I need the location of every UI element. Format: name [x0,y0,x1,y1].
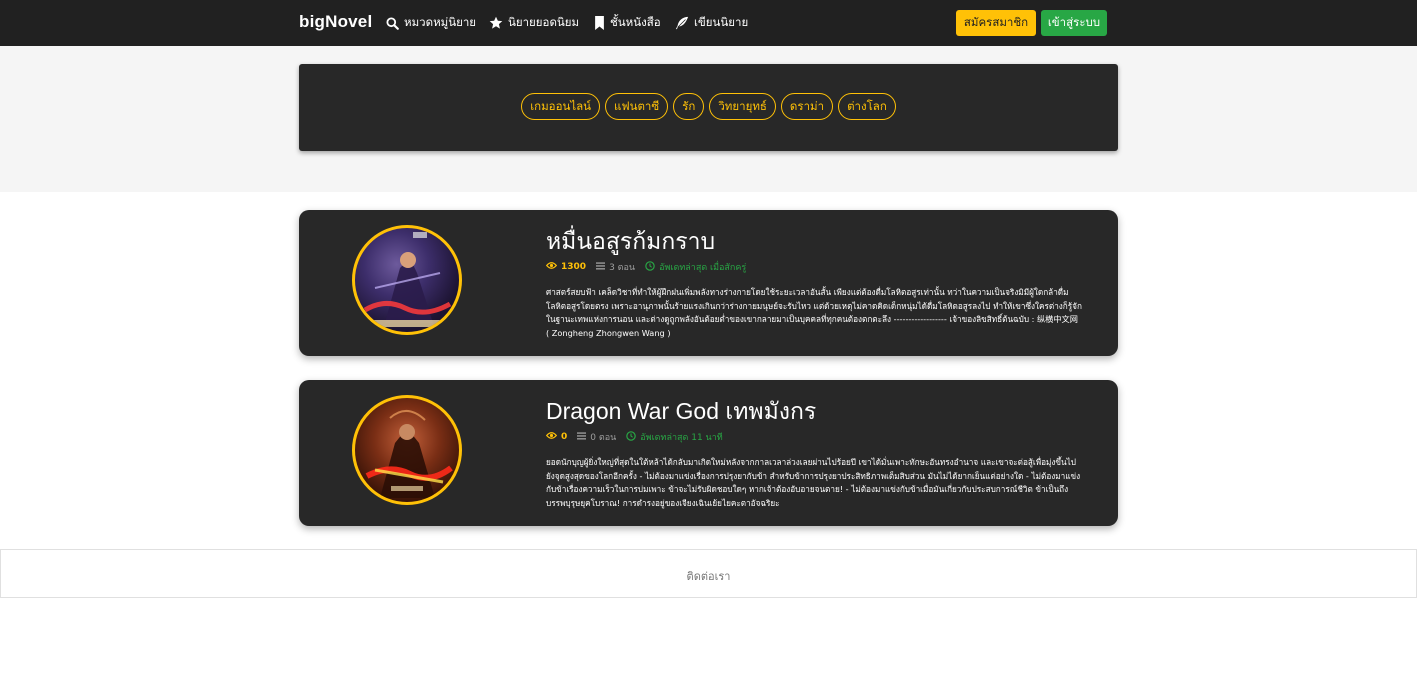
genre-tag-drama[interactable]: ดราม่า [780,93,834,120]
genre-panel: เกมออนไลน์ แฟนตาซี รัก วิทยายุทธ์ ดราม่า… [299,64,1118,151]
clock-icon [645,260,655,274]
episode-count: 0 ตอน [590,433,617,443]
genre-tag-martial-arts[interactable]: วิทยายุทธ์ [709,93,776,120]
contact-link[interactable]: ติดต่อเรา [1,567,1416,585]
brand-logo[interactable]: bigNovel [299,12,372,32]
star-icon [489,16,503,30]
novel-description: ศาสตร์สยบฟ้า เคล็ดวิชาที่ทำให้ผู้ฝึกฝนเพ… [546,287,1082,338]
genre-tag-list: เกมออนไลน์ แฟนตาซี รัก วิทยายุทธ์ ดราม่า… [299,93,1118,120]
genre-tag-fantasy[interactable]: แฟนตาซี [605,93,669,120]
list-icon [596,261,606,273]
top-navbar: bigNovel หมวดหมู่นิยาย นิยายยอดนิยม ชั้น… [0,0,1417,46]
novel-meta: 0 0 ตอน อัพเดทล่าสุด 11 นาที [545,430,723,444]
genre-tag-romance[interactable]: รัก [673,93,705,120]
feather-icon [675,16,689,30]
novel-description: ยอดนักบุญผู้ยิ่งใหญ่ที่สุดในใต้หล้าได้กล… [546,457,1081,508]
novel-card[interactable]: หมื่นอสูรก้มกราบ 1300 3 ตอน อัพเดทล่าสุด… [299,210,1118,356]
view-count: 0 [561,432,568,442]
nav-link-bookshelf[interactable]: ชั้นหนังสือ [594,15,661,31]
signup-button[interactable]: สมัครสมาชิก [956,10,1036,36]
novel-meta: 1300 3 ตอน อัพเดทล่าสุด เมื่อสักครู่ [545,260,747,274]
nav-link-popular[interactable]: นิยายยอดนิยม [489,15,579,31]
clock-icon [626,430,637,444]
last-updated: อัพเดทล่าสุด เมื่อสักครู่ [659,263,747,273]
eye-icon [545,431,558,443]
nav-link-categories[interactable]: หมวดหมู่นิยาย [386,15,476,31]
genre-tag-online-game[interactable]: เกมออนไลน์ [521,93,601,120]
page-footer: ติดต่อเรา [0,549,1417,598]
last-updated: อัพเดทล่าสุด 11 นาที [640,433,723,443]
novel-card[interactable]: Dragon War God เทพมังกร 0 0 ตอน อัพเดทล่… [299,380,1118,526]
novel-cover-image[interactable] [352,225,462,335]
episode-count: 3 ตอน [609,263,636,273]
eye-icon [545,261,558,273]
nav-link-label: หมวดหมู่นิยาย [404,15,477,29]
novel-title[interactable]: หมื่นอสูรก้มกราบ [546,224,715,260]
genre-tag-isekai[interactable]: ต่างโลก [838,93,896,120]
login-button[interactable]: เข้าสู่ระบบ [1041,10,1107,36]
nav-link-label: ชั้นหนังสือ [610,15,661,29]
search-icon [386,16,399,30]
nav-link-label: เขียนนิยาย [694,15,749,29]
nav-link-label: นิยายยอดนิยม [508,15,580,29]
nav-link-write[interactable]: เขียนนิยาย [675,15,748,31]
novel-title[interactable]: Dragon War God เทพมังกร [546,394,816,430]
novel-cover-image[interactable] [352,395,462,505]
list-icon [577,431,587,443]
view-count: 1300 [561,262,587,272]
bookmark-icon [594,16,605,30]
